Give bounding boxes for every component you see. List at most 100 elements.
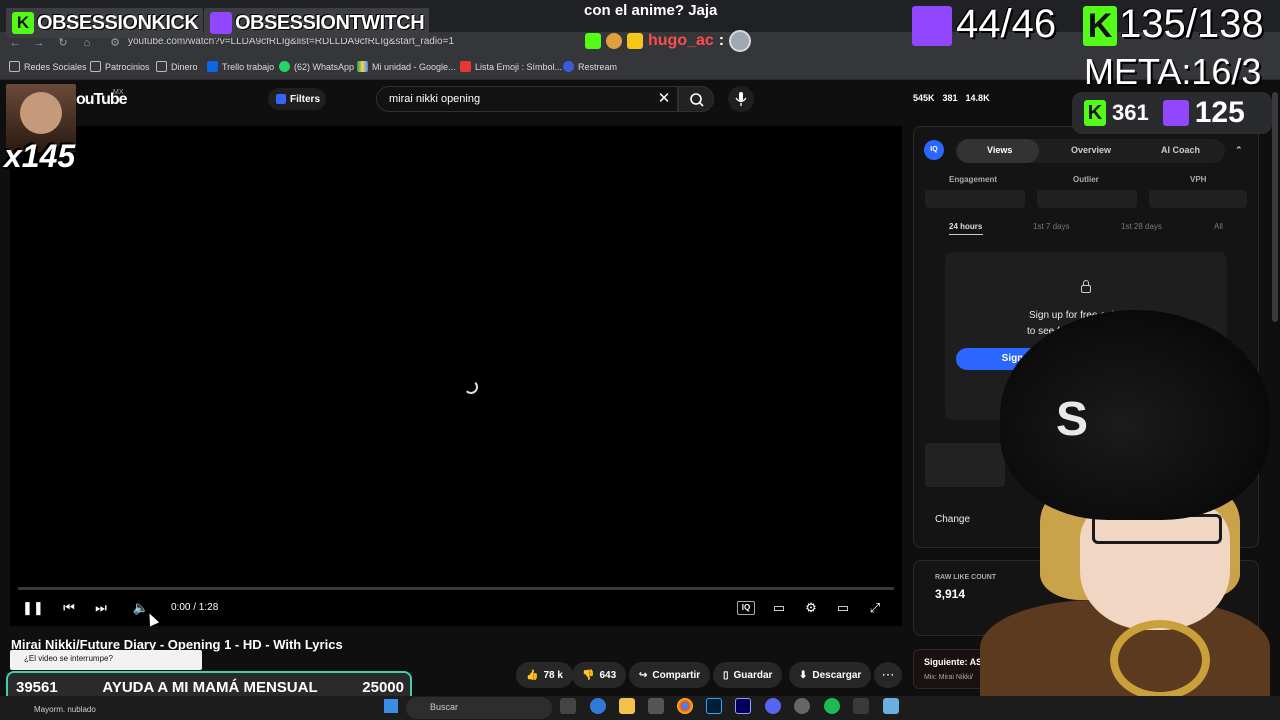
period-all[interactable]: All bbox=[1214, 222, 1223, 231]
iq-icon[interactable]: IQ bbox=[737, 601, 755, 615]
app-icon[interactable] bbox=[853, 698, 869, 714]
kick-badge-icon bbox=[585, 33, 601, 49]
donation-label: AYUDA A MI MAMÁ MENSUAL bbox=[102, 678, 318, 696]
task-view-icon[interactable] bbox=[560, 698, 576, 714]
collapse-icon[interactable]: ⌃ bbox=[1235, 145, 1243, 156]
period-28d[interactable]: 1st 28 days bbox=[1121, 222, 1162, 231]
twitch-brand-banner: OBSESSIONTWITCH bbox=[204, 8, 430, 38]
vidiq-logo: IQ bbox=[924, 140, 944, 160]
pause-icon[interactable]: ❚❚ bbox=[22, 600, 44, 616]
chrome-icon[interactable] bbox=[677, 698, 693, 714]
weather-text[interactable]: Mayorm. nublado bbox=[34, 705, 96, 714]
reload-icon[interactable]: ↻ bbox=[56, 36, 70, 50]
like-button[interactable]: 👍 78 k bbox=[516, 662, 573, 688]
filter-icon bbox=[276, 94, 286, 104]
twitch-logo-icon bbox=[912, 6, 952, 46]
bookmark-emoji[interactable]: Lista Emoji : Símbol... bbox=[460, 61, 562, 72]
period-7d[interactable]: 1st 7 days bbox=[1033, 222, 1069, 231]
search-icon bbox=[690, 93, 704, 107]
voice-search-button[interactable] bbox=[728, 86, 754, 112]
forward-icon[interactable]: → bbox=[32, 36, 46, 50]
download-button[interactable]: ⬇ Descargar bbox=[789, 662, 872, 688]
interrupt-popup[interactable]: ¿El video se interrumpe? bbox=[10, 650, 202, 670]
dislike-button[interactable]: 👎 643 bbox=[572, 662, 627, 688]
settings-gear-icon[interactable]: ⚙ bbox=[801, 600, 821, 616]
subtitles-icon[interactable]: ▭ bbox=[769, 600, 789, 616]
viewer-counter: K 361 125 bbox=[1072, 92, 1272, 134]
metric-value-blurred bbox=[925, 190, 1025, 208]
bookmark-whatsapp[interactable]: (62) WhatsApp bbox=[279, 61, 354, 72]
raw-like-count-label: RAW LIKE COUNT bbox=[935, 574, 997, 581]
folder-icon bbox=[156, 61, 167, 72]
chat-user-line: hugo_ac : bbox=[585, 30, 752, 52]
more-options-icon[interactable]: ⋯ bbox=[874, 662, 902, 688]
back-icon[interactable]: ← bbox=[8, 36, 22, 50]
previous-icon[interactable]: ⏮ bbox=[59, 600, 79, 616]
vtuber-app-icon[interactable] bbox=[883, 698, 899, 714]
kick-logo-icon: K bbox=[12, 12, 34, 34]
video-player[interactable] bbox=[10, 126, 902, 626]
home-icon[interactable]: ⌂ bbox=[80, 36, 94, 50]
progress-bar[interactable] bbox=[18, 587, 894, 590]
tab-views[interactable]: Views bbox=[987, 145, 1012, 155]
folder-icon bbox=[90, 61, 101, 72]
settings-icon[interactable] bbox=[590, 698, 606, 714]
restream-icon bbox=[563, 61, 574, 72]
site-info-icon[interactable]: ⚙ bbox=[108, 36, 122, 50]
next-icon[interactable]: ⏭ bbox=[91, 600, 111, 616]
spotify-icon[interactable] bbox=[824, 698, 840, 714]
up-next-mix: Mix: Mirai Nikki/ bbox=[924, 674, 973, 681]
bookmark-google-drive[interactable]: Mi unidad - Google... bbox=[357, 61, 456, 72]
metric-engagement: Engagement bbox=[949, 175, 998, 184]
clear-search-icon[interactable]: ✕ bbox=[654, 89, 674, 109]
whatsapp-icon bbox=[279, 61, 290, 72]
kick-logo-icon: K bbox=[1083, 6, 1117, 46]
twitch-follower-counter: 44/46 bbox=[956, 2, 1057, 46]
bookmark-trello[interactable]: Trello trabajo bbox=[207, 61, 274, 72]
bookmark-dinero[interactable]: Dinero bbox=[156, 61, 198, 72]
obs-icon[interactable] bbox=[794, 698, 810, 714]
file-explorer-icon[interactable] bbox=[619, 698, 635, 714]
windows-start-icon[interactable] bbox=[384, 699, 398, 713]
photoshop-icon[interactable] bbox=[706, 698, 722, 714]
discord-icon[interactable] bbox=[765, 698, 781, 714]
vtuber-avatar-hat bbox=[1000, 310, 1270, 520]
search-button[interactable] bbox=[678, 86, 714, 112]
metric-value-blurred bbox=[1037, 190, 1137, 208]
tab-ai-coach[interactable]: AI Coach bbox=[1161, 145, 1200, 155]
loading-spinner bbox=[464, 380, 478, 394]
scrollbar[interactable] bbox=[1272, 92, 1278, 322]
goal-meta: META:16/3 bbox=[1084, 51, 1262, 92]
donation-target: 25000 bbox=[362, 678, 404, 696]
premiere-icon[interactable] bbox=[735, 698, 751, 714]
kick-follower-counter: 135/138 bbox=[1119, 2, 1264, 46]
period-24h[interactable]: 24 hours bbox=[949, 222, 982, 231]
vtuber-avatar-chain bbox=[1110, 620, 1210, 700]
taskbar-search-input[interactable]: Buscar bbox=[406, 697, 552, 719]
lock-icon bbox=[1081, 285, 1091, 293]
share-button[interactable]: ↪ Compartir bbox=[629, 662, 711, 688]
folder-icon bbox=[9, 61, 20, 72]
twitch-icon bbox=[1162, 100, 1189, 126]
fullscreen-icon[interactable]: ⤢ bbox=[865, 600, 885, 616]
trello-icon bbox=[207, 61, 218, 72]
bookmark-redes-sociales[interactable]: Redes Sociales bbox=[9, 61, 87, 72]
search-input[interactable]: mirai nikki opening bbox=[376, 86, 678, 112]
filters-button[interactable]: Filters bbox=[268, 88, 326, 110]
store-icon[interactable] bbox=[648, 698, 664, 714]
chat-message: con el anime? Jaja bbox=[584, 2, 718, 19]
raw-like-count-value: 3,914 bbox=[935, 587, 966, 601]
bookmark-patrocinios[interactable]: Patrocinios bbox=[90, 61, 150, 72]
theater-mode-icon[interactable]: ▭ bbox=[833, 600, 853, 616]
time-display: 0:00 / 1:28 bbox=[171, 602, 219, 613]
windows-taskbar bbox=[0, 696, 1280, 720]
save-button[interactable]: ▯ Guardar bbox=[713, 662, 783, 688]
download-icon: ⬇ bbox=[799, 669, 808, 681]
tab-overview[interactable]: Overview bbox=[1071, 145, 1111, 155]
change-button[interactable]: Change bbox=[935, 514, 970, 525]
bookmark-restream[interactable]: Restream bbox=[563, 61, 617, 72]
metric-outlier: Outlier bbox=[1073, 175, 1099, 184]
thumbs-down-icon: 👎 bbox=[582, 669, 595, 681]
kick-icon: K bbox=[1084, 100, 1106, 126]
drive-icon bbox=[357, 61, 368, 72]
